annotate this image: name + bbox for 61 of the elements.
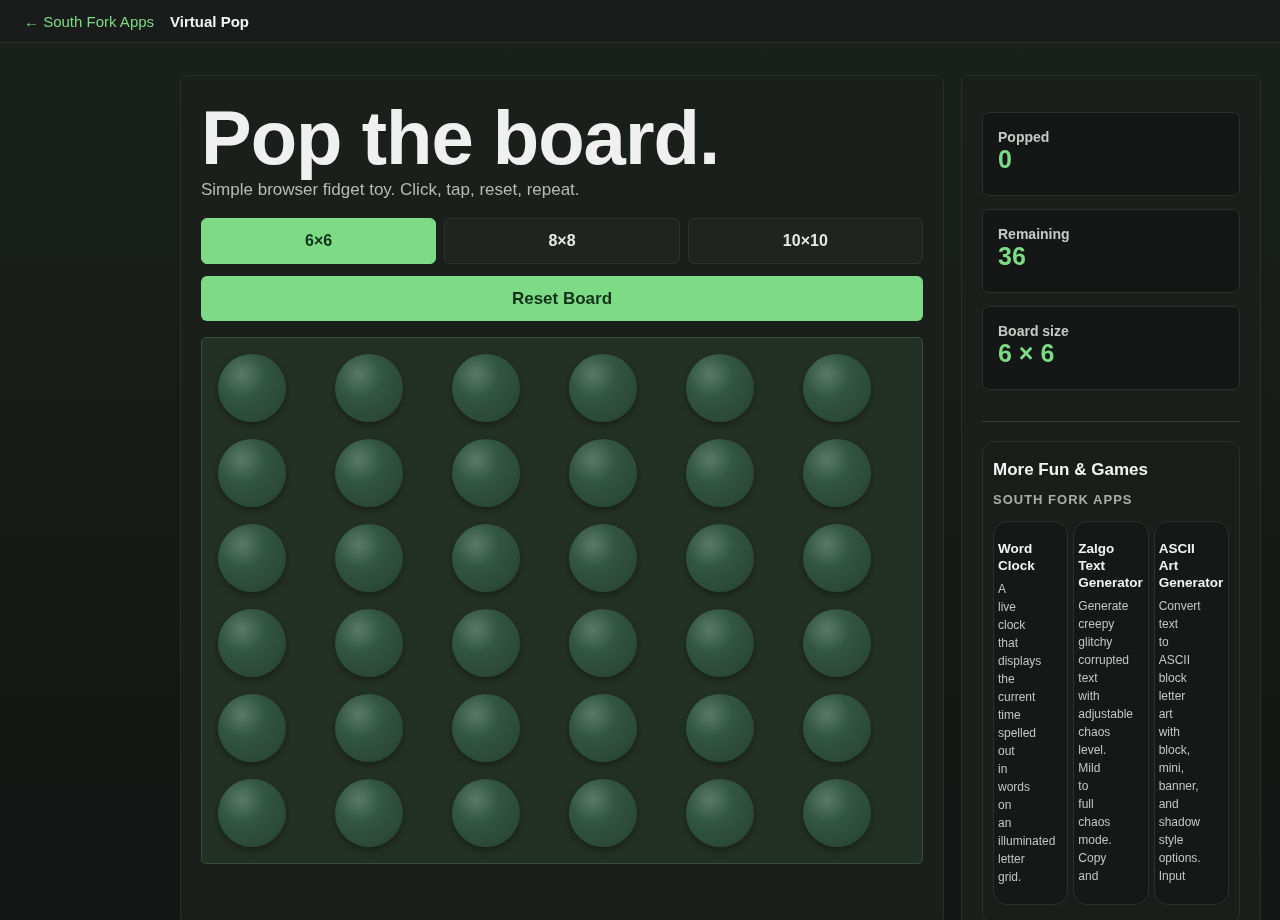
stat-value: 36	[998, 242, 1027, 271]
bubble[interactable]	[686, 779, 754, 847]
bubble[interactable]	[569, 354, 637, 422]
app-card[interactable]: ASCII Art Generator Convert text to ASCII block letter art with block, mini, banner, and shadow style options. Input	[1153, 521, 1229, 905]
bubble[interactable]	[569, 609, 637, 677]
bubble[interactable]	[218, 779, 286, 847]
bubble[interactable]	[803, 779, 871, 847]
subtitle: Simple browser fidget toy. Click, tap, reset, repeat.	[201, 180, 581, 200]
reset-button[interactable]: Reset Board	[201, 276, 923, 321]
bubble[interactable]	[686, 609, 754, 677]
bubble[interactable]	[686, 354, 754, 422]
page-title: Virtual Pop	[170, 12, 249, 30]
bubble[interactable]	[452, 779, 520, 847]
app-name: Word Clock	[998, 540, 1036, 574]
bubble[interactable]	[569, 694, 637, 762]
bubble[interactable]	[218, 694, 286, 762]
app-description: Generate creepy glitchy corrupted text with adjustable chaos level. Mild to full chaos mode. Copy and	[1078, 598, 1135, 885]
bubble[interactable]	[569, 524, 637, 592]
bubble[interactable]	[686, 439, 754, 507]
bubble[interactable]	[569, 779, 637, 847]
bubble[interactable]	[803, 354, 871, 422]
bubble[interactable]	[335, 609, 403, 677]
bubble[interactable]	[803, 609, 871, 677]
headline: Pop the board.	[201, 96, 720, 180]
bubble[interactable]	[218, 439, 286, 507]
bubble[interactable]	[803, 524, 871, 592]
size-tab[interactable]: 10×10	[687, 218, 923, 264]
more-title: More Fun & Games	[993, 460, 1149, 480]
bubble[interactable]	[218, 524, 286, 592]
size-tab[interactable]: 6×6	[201, 218, 437, 264]
bubble[interactable]	[452, 524, 520, 592]
bubble[interactable]	[569, 439, 637, 507]
bubble[interactable]	[452, 439, 520, 507]
bubble[interactable]	[335, 439, 403, 507]
bubble[interactable]	[452, 609, 520, 677]
app-card[interactable]: Zalgo Text Generator Generate creepy glitchy corrupted text with adjustable chaos level. Mild to full chaos mode. Copy and	[1073, 521, 1149, 905]
stat-value: 6 × 6	[998, 339, 1056, 368]
bubble[interactable]	[335, 524, 403, 592]
size-tab[interactable]: 8×8	[444, 218, 680, 264]
bubble[interactable]	[218, 354, 286, 422]
bubble[interactable]	[803, 694, 871, 762]
bubble[interactable]	[218, 609, 286, 677]
bubble[interactable]	[335, 779, 403, 847]
app-description: Convert text to ASCII block letter art with block, mini, banner, and shadow style options. Input	[1158, 598, 1202, 885]
stat-label: Popped	[998, 129, 1051, 145]
app-card[interactable]: Word Clock A live clock that displays the current time spelled out in words on an illuminated letter grid.	[993, 521, 1069, 905]
stat-label: Board size	[998, 323, 1070, 339]
back-link[interactable]: ← South Fork Apps	[24, 12, 155, 30]
app-description: A live clock that displays the current time spelled out in words on an illuminated letter grid.	[998, 581, 1057, 886]
bubble[interactable]	[335, 354, 403, 422]
app-name: ASCII Art Generator	[1158, 540, 1224, 591]
bubble[interactable]	[803, 439, 871, 507]
bubble[interactable]	[452, 354, 520, 422]
stat-label: Remaining	[998, 226, 1071, 242]
bubble[interactable]	[686, 524, 754, 592]
bubble[interactable]	[452, 694, 520, 762]
bubble[interactable]	[335, 694, 403, 762]
more-subtitle: SOUTH FORK APPS	[993, 492, 1134, 507]
bubble[interactable]	[686, 694, 754, 762]
app-name: Zalgo Text Generator	[1078, 540, 1144, 591]
stat-value: 0	[998, 145, 1013, 174]
